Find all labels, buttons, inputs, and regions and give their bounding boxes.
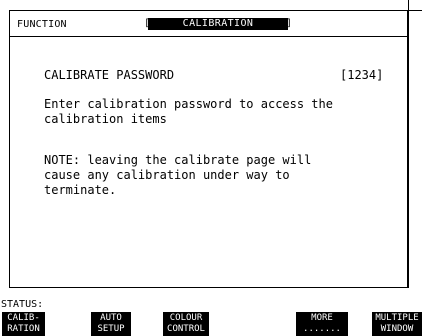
softkey-calibration-line1: CALIB-: [7, 313, 40, 323]
instrument-screen: FUNCTION [ CALIBRATION ] CALIBRATE PASSW…: [0, 0, 422, 336]
softkey-multiple-window-line2: WINDOW: [380, 324, 414, 334]
note-line-3: terminate.: [44, 183, 117, 197]
instruction-line-1: Enter calibration password to access the: [44, 97, 333, 111]
softkey-colour-control-line1: COLOUR: [169, 313, 203, 323]
function-value: CALIBRATION: [182, 18, 254, 29]
softkey-calibration[interactable]: CALIB- RATION: [2, 312, 45, 336]
function-bracket-right: ]: [286, 18, 293, 29]
softkey-multiple-window[interactable]: MULTIPLE WINDOW: [372, 312, 422, 336]
note-line-2: cause any calibration under way to: [44, 168, 290, 182]
softkey-auto-setup[interactable]: AUTO SETUP: [91, 312, 131, 336]
softkey-auto-setup-line1: AUTO: [100, 313, 122, 323]
softkey-more[interactable]: MORE .......: [296, 312, 348, 336]
function-divider: [9, 36, 408, 37]
password-field[interactable]: [1234]: [340, 68, 383, 83]
softkey-more-line1: MORE: [311, 313, 333, 323]
softkey-calibration-line2: RATION: [7, 324, 40, 334]
function-label: FUNCTION: [17, 19, 67, 30]
instruction-line-2: calibration items: [44, 112, 167, 126]
status-label: STATUS:: [1, 299, 44, 310]
main-panel: [9, 10, 408, 288]
softkey-colour-control-line2: CONTROL: [167, 324, 205, 334]
note-line-1: NOTE: leaving the calibrate page will: [44, 153, 312, 167]
panel-top-rule-extension: [408, 10, 422, 11]
password-label: CALIBRATE PASSWORD: [44, 68, 175, 82]
softkey-colour-control[interactable]: COLOUR CONTROL: [163, 312, 209, 336]
softkey-multiple-window-line1: MULTIPLE: [375, 313, 419, 323]
function-selector[interactable]: [ CALIBRATION ]: [144, 18, 294, 30]
softkey-auto-setup-line2: SETUP: [97, 324, 125, 334]
panel-right-divider: [408, 0, 409, 288]
softkey-more-line2: .......: [303, 324, 341, 334]
